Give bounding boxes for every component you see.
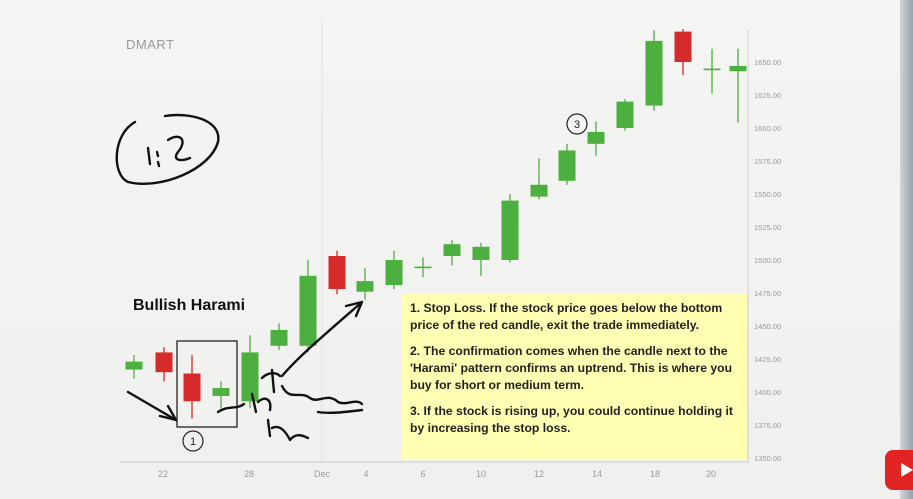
x-tick-label: 14 [592,469,602,479]
candle [241,335,259,408]
note-point-3: 3. If the stock is rising up, you could … [410,404,733,435]
candle [501,194,519,263]
y-tick-label: 1450.00 [754,322,781,331]
candle-body [501,200,519,260]
y-tick-label: 1550.00 [754,190,781,199]
pattern-title: Bullish Harami [133,297,246,314]
note-point-2: 2. The confirmation comes when the candl… [410,344,733,392]
candle [729,48,747,123]
candle-body [183,373,201,402]
candle-body [558,150,576,181]
candle-body [674,31,692,62]
candle-body [241,352,259,402]
candle [270,323,288,350]
y-tick-label: 1525.00 [754,223,781,232]
candle-body [328,256,346,290]
chart-screen: 1650.00 1625.00 1600.00 1575.00 1550.00 1525.… [0,0,913,499]
candle-body [472,246,490,260]
candle-body [212,388,230,396]
x-axis: 22 28 Dec 4 6 10 12 14 18 20 [158,469,716,479]
candle [443,240,461,266]
screen-bezel [900,0,913,499]
marker-1: 1 [182,430,204,452]
candle-body [414,266,432,269]
candle-body [645,40,663,106]
candle [356,267,374,300]
y-tick-label: 1375.00 [754,421,781,430]
candle [703,48,721,94]
play-button-icon[interactable] [885,450,913,490]
candle-body [443,244,461,257]
candle-body [270,329,288,346]
marker-3: 3 [566,113,588,135]
x-tick-label: 12 [534,469,544,479]
candle-body [356,281,374,292]
candle [587,121,605,156]
y-tick-label: 1400.00 [754,388,781,397]
candle [183,355,201,419]
candle [155,347,173,382]
candle [645,30,663,111]
y-axis: 1650.00 1625.00 1600.00 1575.00 1550.00 1525.… [754,58,781,463]
candle [125,355,143,379]
marker-3-label: 3 [574,119,580,131]
candle [530,158,548,200]
candle [558,143,576,185]
y-tick-label: 1350.00 [754,454,781,463]
x-tick-label: 6 [420,469,425,479]
candle-body [385,260,403,286]
chart-title: DMART [126,37,175,52]
candle-body [616,101,634,128]
candle-body [587,131,605,144]
y-tick-label: 1650.00 [754,58,781,67]
candle-body [729,65,747,72]
y-tick-label: 1575.00 [754,157,781,166]
candle [212,381,230,408]
candle [674,29,692,76]
y-tick-label: 1500.00 [754,256,781,265]
candle [616,98,634,131]
y-tick-label: 1425.00 [754,355,781,364]
x-tick-label: 10 [476,469,486,479]
x-tick-label: Dec [314,469,331,479]
candle [414,257,432,278]
candle [472,242,490,276]
handwriting [115,113,364,442]
candle-body [155,352,173,373]
x-tick-label: 4 [363,469,368,479]
y-tick-label: 1475.00 [754,289,781,298]
x-tick-label: 22 [158,469,168,479]
y-tick-label: 1600.00 [754,124,781,133]
candle [385,250,403,290]
explanation-box: 1. Stop Loss. If the stock price goes be… [402,294,747,460]
note-point-1: 1. Stop Loss. If the stock price goes be… [410,301,723,332]
candle-body [125,361,143,370]
x-tick-label: 28 [244,469,254,479]
y-tick-label: 1625.00 [754,91,781,100]
candle [328,250,346,295]
candle [299,260,317,353]
x-tick-label: 20 [706,469,716,479]
x-tick-label: 18 [650,469,660,479]
candle-body [530,184,548,197]
candle-body [703,68,721,71]
marker-1-label: 1 [190,436,196,448]
candle-body [299,275,317,346]
